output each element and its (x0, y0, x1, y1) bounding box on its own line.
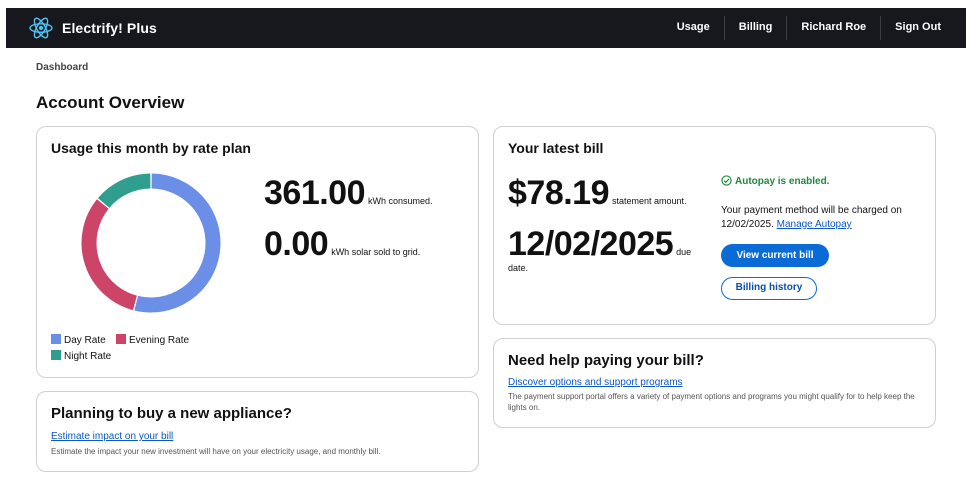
bill-amount-label: statement amount. (612, 196, 687, 206)
donut-segment-night-rate (97, 173, 151, 209)
nav-user-name[interactable]: Richard Roe (786, 16, 880, 40)
estimate-impact-link[interactable]: Estimate impact on your bill (51, 431, 173, 442)
page: Electrify! Plus Usage Billing Richard Ro… (6, 8, 966, 486)
breadcrumb[interactable]: Dashboard (36, 62, 88, 73)
bill-amount: $78.19 (508, 174, 610, 212)
consumed-value: 361.00 (264, 174, 366, 212)
nav-sign-out[interactable]: Sign Out (880, 16, 966, 40)
legend-swatch-night-rate (51, 350, 61, 360)
bill-amount-row: $78.19 statement amount. (508, 174, 687, 213)
legend-item-evening-rate: Evening Rate (116, 334, 189, 346)
donut-segment-day-rate (134, 173, 221, 313)
check-circle-icon (721, 175, 732, 186)
legend-label: Night Rate (64, 351, 112, 362)
legend-label: Day Rate (64, 335, 106, 346)
usage-donut-chart (81, 173, 221, 313)
legend-item-night-rate: Night Rate (51, 350, 111, 362)
bill-card-title: Your latest bill (508, 140, 604, 156)
help-paying-card: Need help paying your bill? Discover opt… (493, 338, 936, 428)
legend-swatch-day-rate (51, 334, 61, 344)
support-programs-link[interactable]: Discover options and support programs (508, 377, 683, 388)
legend-label: Evening Rate (129, 335, 190, 346)
top-nav: Usage Billing Richard Roe Sign Out (663, 16, 966, 40)
solar-unit: kWh solar sold to grid. (331, 247, 421, 257)
donut-segment-evening-rate (81, 199, 138, 311)
autopay-status-text: Autopay is enabled. (735, 176, 830, 187)
billing-history-button[interactable]: Billing history (721, 277, 817, 300)
top-nav-bar: Electrify! Plus Usage Billing Richard Ro… (6, 8, 966, 48)
page-title: Account Overview (36, 93, 185, 112)
appliance-card-description: Estimate the impact your new investment … (51, 447, 381, 456)
usage-card-title: Usage this month by rate plan (51, 140, 251, 156)
due-date-row: 12/02/2025 due (508, 225, 691, 264)
appliance-card: Planning to buy a new appliance? Estimat… (36, 391, 479, 472)
latest-bill-card: Your latest bill $78.19 statement amount.… (493, 126, 936, 325)
legend-swatch-evening-rate (116, 334, 126, 344)
autopay-message: Your payment method will be charged on 1… (721, 204, 921, 232)
help-card-description: The payment support portal offers a vari… (508, 392, 915, 412)
consumed-value-row: 361.00 kWh consumed. (264, 174, 433, 213)
solar-value-row: 0.00 kWh solar sold to grid. (264, 225, 420, 264)
consumed-unit: kWh consumed. (368, 196, 433, 206)
manage-autopay-link[interactable]: Manage Autopay (777, 219, 852, 230)
atom-logo-icon[interactable] (28, 15, 54, 41)
due-label: due (676, 247, 692, 257)
due-date: 12/02/2025 (508, 225, 674, 263)
help-card-title: Need help paying your bill? (508, 352, 704, 369)
app-title[interactable]: Electrify! Plus (62, 20, 157, 36)
usage-card: Usage this month by rate plan 361.00 kWh … (36, 126, 479, 378)
view-current-bill-button[interactable]: View current bill (721, 244, 829, 267)
nav-billing[interactable]: Billing (723, 16, 787, 40)
autopay-status: Autopay is enabled. (721, 175, 829, 187)
appliance-card-title: Planning to buy a new appliance? (51, 405, 292, 422)
nav-usage[interactable]: Usage (663, 16, 724, 40)
solar-value: 0.00 (264, 225, 329, 263)
due-label-continued: date. (508, 263, 529, 273)
legend-item-day-rate: Day Rate (51, 334, 106, 346)
